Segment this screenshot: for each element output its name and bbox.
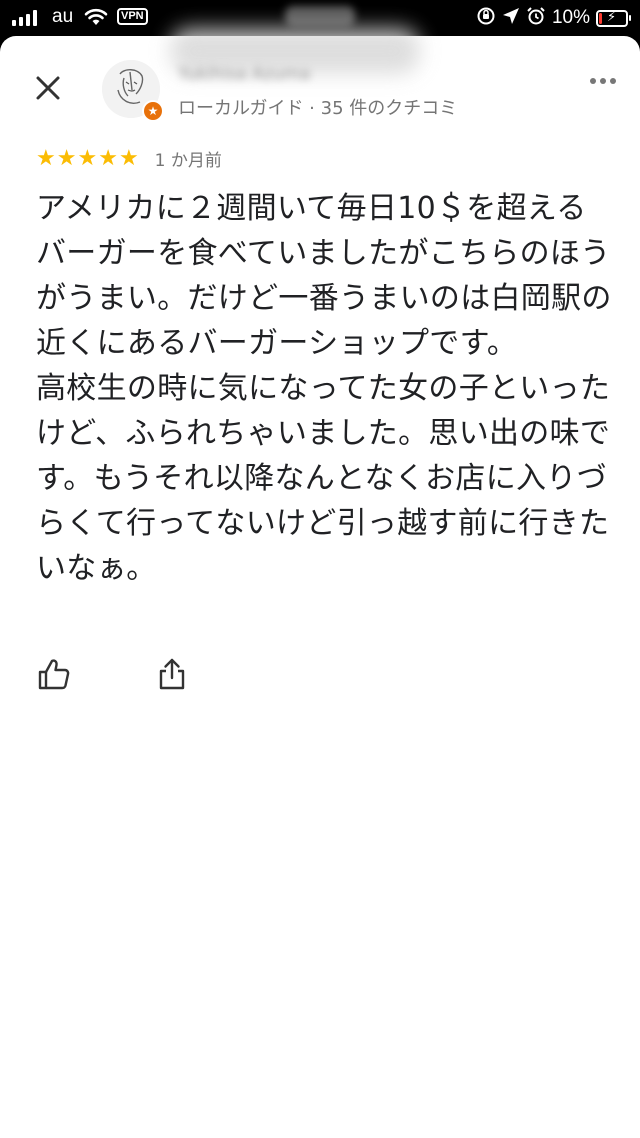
star-rating: ★ ★ ★ ★ ★ xyxy=(36,145,139,171)
share-icon xyxy=(159,658,185,690)
star-icon: ★ xyxy=(98,145,118,171)
battery-icon: ⚡ xyxy=(596,9,631,27)
share-button[interactable] xyxy=(152,654,192,694)
review-time: 1 か月前 xyxy=(154,151,222,171)
wifi-icon xyxy=(84,8,108,30)
signal-icon xyxy=(12,10,37,26)
review-actions xyxy=(34,654,192,694)
alarm-icon xyxy=(526,6,546,30)
like-button[interactable] xyxy=(34,654,74,694)
local-guide-badge: ★ xyxy=(142,100,164,122)
avatar[interactable]: ★ xyxy=(102,60,164,122)
blurred-status-text xyxy=(285,6,355,26)
review-text: アメリカに２週間いて毎日10＄を超えるバーガーを食べていましたがこちらのほうがう… xyxy=(36,186,616,591)
reviewer-subtitle: ローカルガイド · 35 件のクチコミ xyxy=(178,98,458,119)
star-icon: ★ xyxy=(36,145,56,171)
review-paragraph: 高校生の時に気になってた女の子といったけど、ふられちゃいました。思い出の味です。… xyxy=(36,371,611,586)
screen-rotation-lock-icon xyxy=(476,6,496,30)
rating-row: ★ ★ ★ ★ ★ 1 か月前 xyxy=(36,146,222,171)
review-sheet: ★ Yukihisa Azuma ローカルガイド · 35 件のクチコミ ★ ★… xyxy=(0,28,640,1138)
star-icon: ★ xyxy=(56,145,77,171)
reviewer-name[interactable]: Yukihisa Azuma xyxy=(178,64,358,86)
more-options-button[interactable] xyxy=(590,78,616,84)
review-paragraph: アメリカに２週間いて毎日10＄を超えるバーガーを食べていましたがこちらのほうがう… xyxy=(36,191,612,361)
star-icon: ★ xyxy=(77,145,98,171)
location-icon xyxy=(502,7,520,29)
close-icon xyxy=(36,76,60,100)
star-icon: ★ xyxy=(144,102,162,120)
battery-percent: 10% xyxy=(551,7,590,28)
carrier-label: au xyxy=(52,6,74,27)
thumbs-up-icon xyxy=(38,659,70,690)
close-button[interactable] xyxy=(32,72,64,104)
star-icon: ★ xyxy=(118,145,139,171)
more-icon xyxy=(590,78,596,84)
vpn-badge: VPN xyxy=(117,8,148,25)
